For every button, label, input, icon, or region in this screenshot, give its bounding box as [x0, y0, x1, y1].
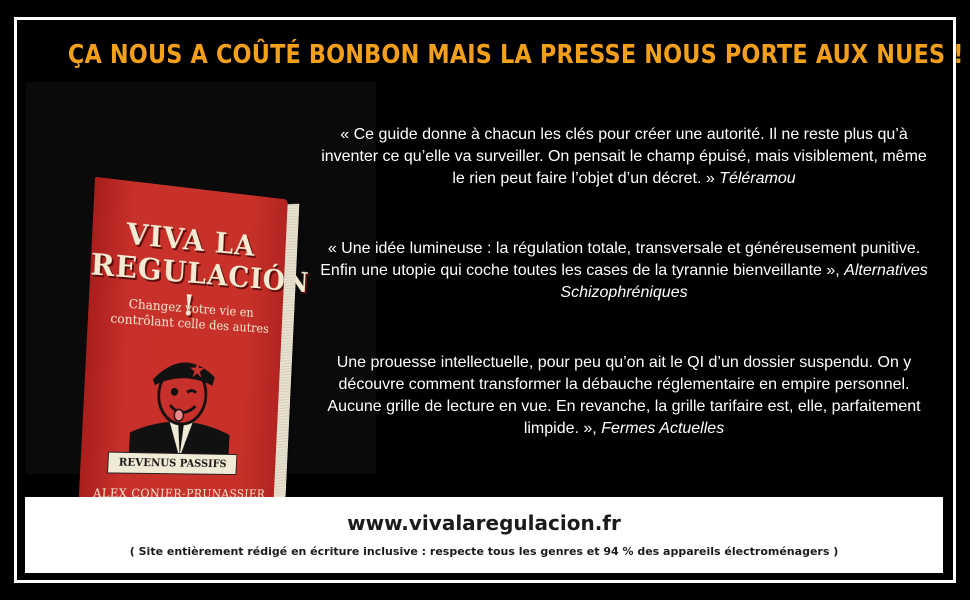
footer-banner: www.vivalaregulacion.fr ( Site entièreme…	[25, 497, 943, 573]
website-link[interactable]: www.vivalaregulacion.fr	[25, 511, 943, 535]
portrait-illustration	[128, 338, 231, 459]
press-quote-2: « Une idée lumineuse : la régulation tot…	[318, 238, 930, 304]
quote-source: Téléramou	[719, 170, 796, 187]
quote-text: « Une idée lumineuse : la régulation tot…	[320, 240, 921, 279]
press-quote-1: « Ce guide donne à chacun les clés pour …	[318, 124, 930, 190]
book: VIVA LA REGULACIÓN ! Changez votre vie e…	[76, 176, 310, 537]
press-quote-3: Une prouesse intellectuelle, pour peu qu…	[318, 352, 930, 440]
book-badge: REVENUS PASSIFS	[107, 451, 238, 476]
footer-note: ( Site entièrement rédigé en écriture in…	[129, 545, 839, 558]
quote-text: « Ce guide donne à chacun les clés pour …	[321, 126, 927, 187]
headline: ÇA NOUS A COÛTÉ BONBON MAIS LA PRESSE NO…	[67, 40, 964, 70]
quote-source: Fermes Actuelles	[601, 420, 725, 437]
